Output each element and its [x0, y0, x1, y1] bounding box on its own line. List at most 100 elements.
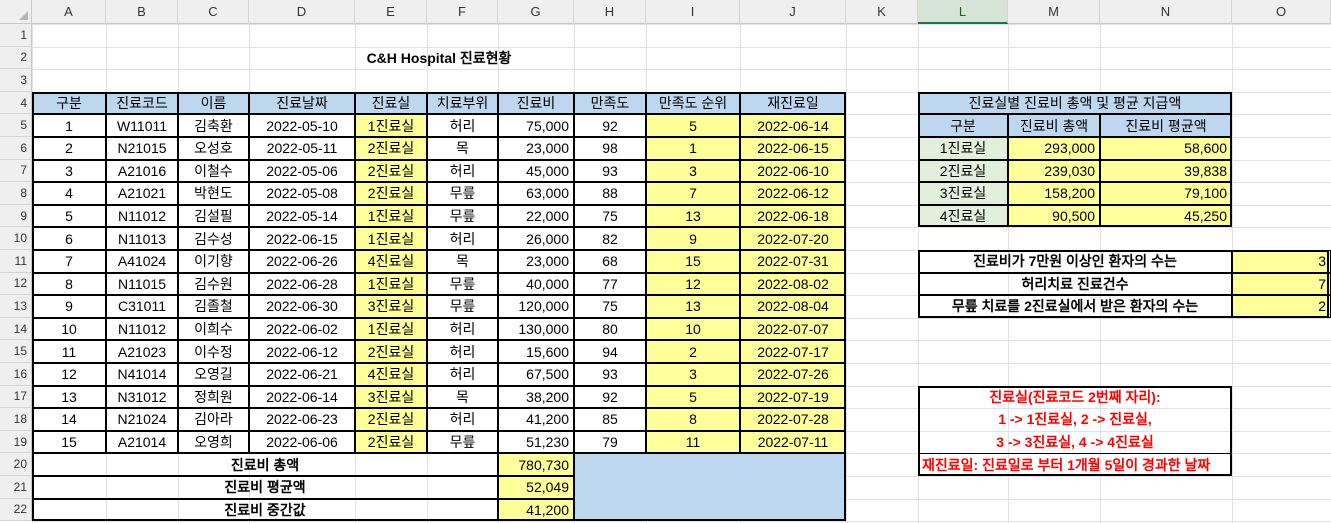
stat-label[interactable]: 허리치료 진료건수: [918, 272, 1232, 296]
table-cell[interactable]: 40,000: [498, 272, 574, 296]
table-cell[interactable]: 김설필: [178, 204, 249, 228]
table-cell[interactable]: 3진료실: [355, 385, 427, 409]
table-cell[interactable]: 2022-08-04: [740, 295, 846, 318]
row-header-18[interactable]: 18: [0, 408, 32, 431]
table-cell[interactable]: N11012: [106, 317, 178, 341]
table-cell[interactable]: 5: [646, 385, 740, 409]
table-cell[interactable]: 51,230: [498, 430, 574, 454]
table-cell[interactable]: 허리: [427, 114, 498, 137]
row-header-8[interactable]: 8: [0, 182, 32, 205]
table-cell[interactable]: A21014: [106, 430, 178, 454]
column-header-o[interactable]: O: [1232, 0, 1331, 24]
table-cell[interactable]: A41024: [106, 250, 178, 273]
summary-value[interactable]: 52,049: [498, 476, 574, 499]
table-header-cell[interactable]: 이름: [178, 91, 249, 115]
table-cell[interactable]: 13: [646, 295, 740, 318]
room-summary-cell[interactable]: 58,600: [1100, 137, 1232, 160]
table-cell[interactable]: 22,000: [498, 204, 574, 228]
table-cell[interactable]: 80: [574, 317, 646, 341]
table-cell[interactable]: N11013: [106, 227, 178, 250]
table-cell[interactable]: 93: [574, 363, 646, 386]
row-header-16[interactable]: 16: [0, 363, 32, 386]
table-cell[interactable]: 2진료실: [355, 408, 427, 431]
table-cell[interactable]: 허리: [427, 317, 498, 341]
table-cell[interactable]: 2022-07-19: [740, 385, 846, 409]
table-cell[interactable]: 2022-07-28: [740, 408, 846, 431]
table-cell[interactable]: 2022-05-06: [249, 159, 355, 183]
row-header-7[interactable]: 7: [0, 159, 32, 183]
row-header-22[interactable]: 22: [0, 498, 32, 522]
table-cell[interactable]: 1진료실: [355, 272, 427, 296]
room-summary-cell[interactable]: 79,100: [1100, 182, 1232, 205]
row-header-3[interactable]: 3: [0, 69, 32, 92]
room-summary-cell[interactable]: 158,200: [1008, 182, 1100, 205]
room-summary-cell[interactable]: 2진료실: [918, 159, 1008, 183]
table-cell[interactable]: 허리: [427, 227, 498, 250]
row-header-13[interactable]: 13: [0, 295, 32, 318]
table-cell[interactable]: N41014: [106, 363, 178, 386]
table-cell[interactable]: 23,000: [498, 137, 574, 160]
stat-value[interactable]: 2: [1232, 295, 1331, 318]
table-cell[interactable]: 목: [427, 137, 498, 160]
column-header-k[interactable]: K: [846, 0, 918, 24]
table-cell[interactable]: 김축환: [178, 114, 249, 137]
table-cell[interactable]: 11: [32, 340, 106, 363]
table-cell[interactable]: 2022-05-11: [249, 137, 355, 160]
table-cell[interactable]: 김수원: [178, 272, 249, 296]
column-header-h[interactable]: H: [574, 0, 646, 24]
table-cell[interactable]: A21021: [106, 182, 178, 205]
table-cell[interactable]: 2022-06-12: [740, 182, 846, 205]
stat-value[interactable]: 7: [1232, 272, 1331, 296]
table-cell[interactable]: 1진료실: [355, 114, 427, 137]
column-header-i[interactable]: I: [646, 0, 740, 24]
table-cell[interactable]: 김졸철: [178, 295, 249, 318]
table-cell[interactable]: 2진료실: [355, 340, 427, 363]
table-cell[interactable]: 45,000: [498, 159, 574, 183]
table-cell[interactable]: 2022-06-14: [740, 114, 846, 137]
table-cell[interactable]: 2022-07-26: [740, 363, 846, 386]
table-cell[interactable]: 5: [32, 204, 106, 228]
table-cell[interactable]: 2022-06-10: [740, 159, 846, 183]
row-header-5[interactable]: 5: [0, 114, 32, 137]
column-header-b[interactable]: B: [106, 0, 178, 24]
table-cell[interactable]: 2: [32, 137, 106, 160]
table-cell[interactable]: 2022-05-14: [249, 204, 355, 228]
table-cell[interactable]: 2022-05-10: [249, 114, 355, 137]
table-cell[interactable]: 2진료실: [355, 430, 427, 454]
table-cell[interactable]: 120,000: [498, 295, 574, 318]
table-cell[interactable]: 68: [574, 250, 646, 273]
table-cell[interactable]: 무릎: [427, 295, 498, 318]
room-summary-cell[interactable]: 239,030: [1008, 159, 1100, 183]
table-cell[interactable]: 허리: [427, 340, 498, 363]
table-cell[interactable]: 13: [32, 385, 106, 409]
table-cell[interactable]: 이희수: [178, 317, 249, 341]
table-cell[interactable]: 15: [32, 430, 106, 454]
table-cell[interactable]: 목: [427, 385, 498, 409]
table-cell[interactable]: 2022-07-11: [740, 430, 846, 454]
table-cell[interactable]: 92: [574, 385, 646, 409]
table-cell[interactable]: 2진료실: [355, 137, 427, 160]
column-header-c[interactable]: C: [178, 0, 249, 24]
table-cell[interactable]: 2022-07-31: [740, 250, 846, 273]
room-summary-cell[interactable]: 45,250: [1100, 204, 1232, 228]
stat-label[interactable]: 무릎 치료를 2진료실에서 받은 환자의 수는: [918, 295, 1232, 318]
table-cell[interactable]: 4: [32, 182, 106, 205]
table-cell[interactable]: 1진료실: [355, 204, 427, 228]
row-header-17[interactable]: 17: [0, 385, 32, 409]
table-cell[interactable]: 1진료실: [355, 227, 427, 250]
table-cell[interactable]: 38,200: [498, 385, 574, 409]
room-summary-cell[interactable]: 1진료실: [918, 137, 1008, 160]
room-summary-header[interactable]: 진료비 평균액: [1100, 114, 1232, 137]
table-cell[interactable]: 1: [32, 114, 106, 137]
table-cell[interactable]: 75: [574, 295, 646, 318]
room-summary-cell[interactable]: 39,838: [1100, 159, 1232, 183]
table-cell[interactable]: 2022-06-12: [249, 340, 355, 363]
table-cell[interactable]: A21023: [106, 340, 178, 363]
row-header-15[interactable]: 15: [0, 340, 32, 363]
table-cell[interactable]: 10: [646, 317, 740, 341]
room-summary-cell[interactable]: 293,000: [1008, 137, 1100, 160]
table-cell[interactable]: 3: [32, 159, 106, 183]
table-cell[interactable]: 박현도: [178, 182, 249, 205]
table-cell[interactable]: 허리: [427, 408, 498, 431]
table-cell[interactable]: N11015: [106, 272, 178, 296]
